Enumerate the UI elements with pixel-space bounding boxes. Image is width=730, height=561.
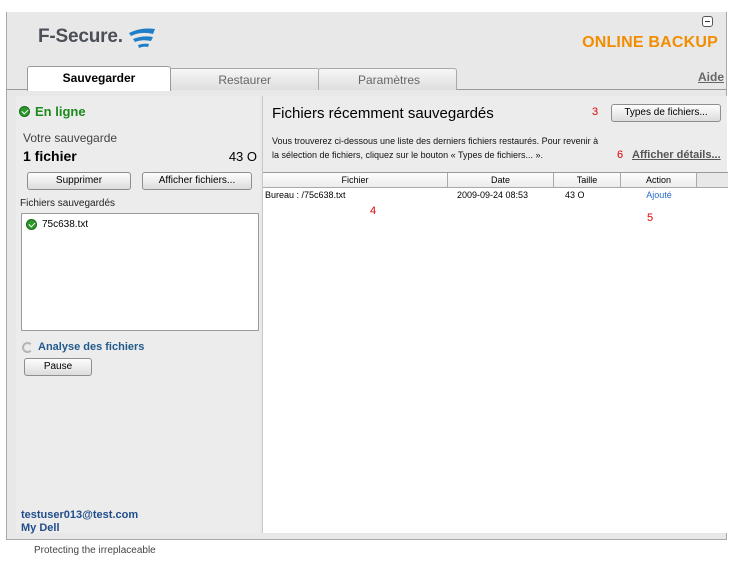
file-size: 43 O [228, 149, 257, 164]
product-name: ONLINE BACKUP [582, 34, 718, 51]
table-header: Fichier Date Taille Action [263, 173, 697, 188]
table-row[interactable]: Bureau : /75c638.txt 2009-09-24 08:53 43… [263, 190, 697, 203]
online-check-icon [19, 106, 30, 117]
my-dell-link[interactable]: My Dell [21, 522, 60, 534]
app-window: F-Secure. ONLINE BACKUP Sauvegarder Rest… [0, 0, 730, 561]
sync-icon [22, 341, 33, 353]
backup-summary-panel: En ligne Votre sauvegarde 1 fichier 43 O… [16, 96, 260, 534]
show-files-button[interactable]: Afficher fichiers... [142, 172, 252, 190]
column-header-size[interactable]: Taille [554, 173, 621, 188]
backup-label: Votre sauvegarde [23, 131, 118, 145]
marker-4: 4 [370, 205, 377, 217]
online-status: En ligne [19, 104, 86, 119]
analysis-label: Analyse des fichiers [38, 341, 145, 353]
column-header-file[interactable]: Fichier [263, 173, 448, 188]
tab-sauvegarder[interactable]: Sauvegarder [27, 66, 171, 91]
file-analysis: Analyse des fichiers [22, 341, 144, 353]
recent-files-title: Fichiers récemment sauvegardés [272, 105, 494, 122]
cell-size: 43 O [565, 190, 585, 200]
minimize-button[interactable] [702, 16, 713, 27]
pause-button[interactable]: Pause [24, 358, 92, 376]
status-label: En ligne [35, 104, 86, 119]
marker-3: 3 [592, 106, 599, 118]
brand-name: F-Secure. [38, 26, 123, 47]
recent-files-table: Fichier Date Taille Action Bureau : /75c… [263, 172, 728, 533]
tab-bar: Sauvegarder Restaurer Paramètres Aide [6, 66, 727, 91]
saved-file-name: 75c638.txt [42, 219, 89, 230]
delete-button[interactable]: Supprimer [27, 172, 131, 190]
saved-files-label: Fichiers sauvegardés [20, 198, 116, 209]
file-types-button[interactable]: Types de fichiers... [611, 104, 721, 122]
help-link[interactable]: Aide [698, 70, 724, 84]
file-count: 1 fichier [23, 148, 77, 164]
green-check-icon [26, 219, 37, 230]
brand-swoosh-icon [128, 28, 155, 48]
column-header-date[interactable]: Date [448, 173, 554, 188]
user-email: testuser013@test.com [21, 509, 139, 521]
show-details-link[interactable]: Afficher détails... [632, 149, 721, 161]
description-line-1: Vous trouverez ci-dessous une liste des … [272, 136, 599, 146]
cell-file: Bureau : /75c638.txt [265, 190, 346, 200]
marker-6: 6 [617, 149, 624, 161]
cell-action: Ajouté [646, 190, 672, 200]
tab-parametres[interactable]: Paramètres [318, 68, 457, 90]
brand-logo: F-Secure. [38, 25, 157, 49]
cell-date: 2009-09-24 08:53 [457, 190, 529, 200]
tab-restaurer[interactable]: Restaurer [169, 68, 320, 90]
list-item[interactable]: 75c638.txt [26, 219, 88, 230]
marker-5: 5 [647, 212, 654, 224]
recent-files-panel: Fichiers récemment sauvegardés 3 Types d… [262, 96, 728, 533]
column-header-action[interactable]: Action [621, 173, 697, 188]
tagline: Protecting the irreplaceable [34, 545, 156, 556]
table-header-filler [697, 173, 728, 188]
saved-files-list[interactable]: 75c638.txt [21, 213, 259, 331]
